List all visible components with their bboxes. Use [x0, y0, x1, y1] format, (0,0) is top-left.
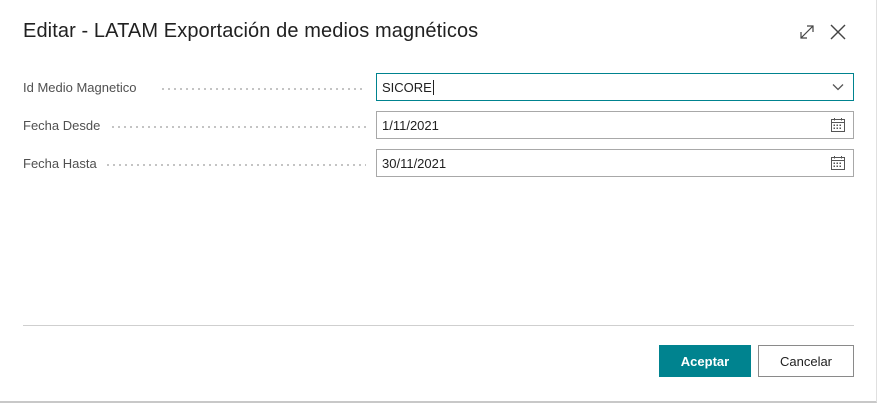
field-row-fecha-desde: Fecha Desde 1/11/2021: [0, 111, 877, 139]
chevron-down-icon: [832, 84, 844, 91]
calendar-icon: [831, 118, 845, 132]
field-label: Fecha Hasta: [23, 156, 97, 171]
expand-icon: [800, 25, 814, 39]
fecha-hasta-input[interactable]: 30/11/2021: [376, 149, 854, 177]
date-picker-button[interactable]: [830, 155, 846, 171]
expand-button[interactable]: [795, 20, 819, 44]
id-medio-dropdown[interactable]: SICORE: [376, 73, 854, 101]
text-caret: [432, 79, 434, 95]
cancel-button[interactable]: Cancelar: [758, 345, 854, 377]
field-row-id-medio: Id Medio Magnetico SICORE: [0, 73, 877, 101]
field-row-fecha-hasta: Fecha Hasta 30/11/2021: [0, 149, 877, 177]
label-leader-dots: [105, 164, 366, 166]
close-icon: [830, 24, 846, 40]
footer-divider: [23, 325, 854, 326]
field-label: Id Medio Magnetico: [23, 80, 137, 95]
fecha-desde-input[interactable]: 1/11/2021: [376, 111, 854, 139]
date-picker-button[interactable]: [830, 117, 846, 133]
field-label: Fecha Desde: [23, 118, 101, 133]
label-leader-dots: [110, 126, 366, 128]
calendar-icon: [831, 156, 845, 170]
edit-dialog: Editar - LATAM Exportación de medios mag…: [0, 0, 877, 403]
accept-button[interactable]: Aceptar: [659, 345, 751, 377]
close-button[interactable]: [826, 20, 850, 44]
label-leader-dots: [160, 88, 366, 90]
dialog-title: Editar - LATAM Exportación de medios mag…: [23, 20, 479, 42]
field-value: 1/11/2021: [382, 117, 439, 133]
field-value: 30/11/2021: [382, 155, 447, 171]
field-value: SICORE: [382, 79, 432, 95]
dropdown-toggle[interactable]: [830, 79, 846, 95]
